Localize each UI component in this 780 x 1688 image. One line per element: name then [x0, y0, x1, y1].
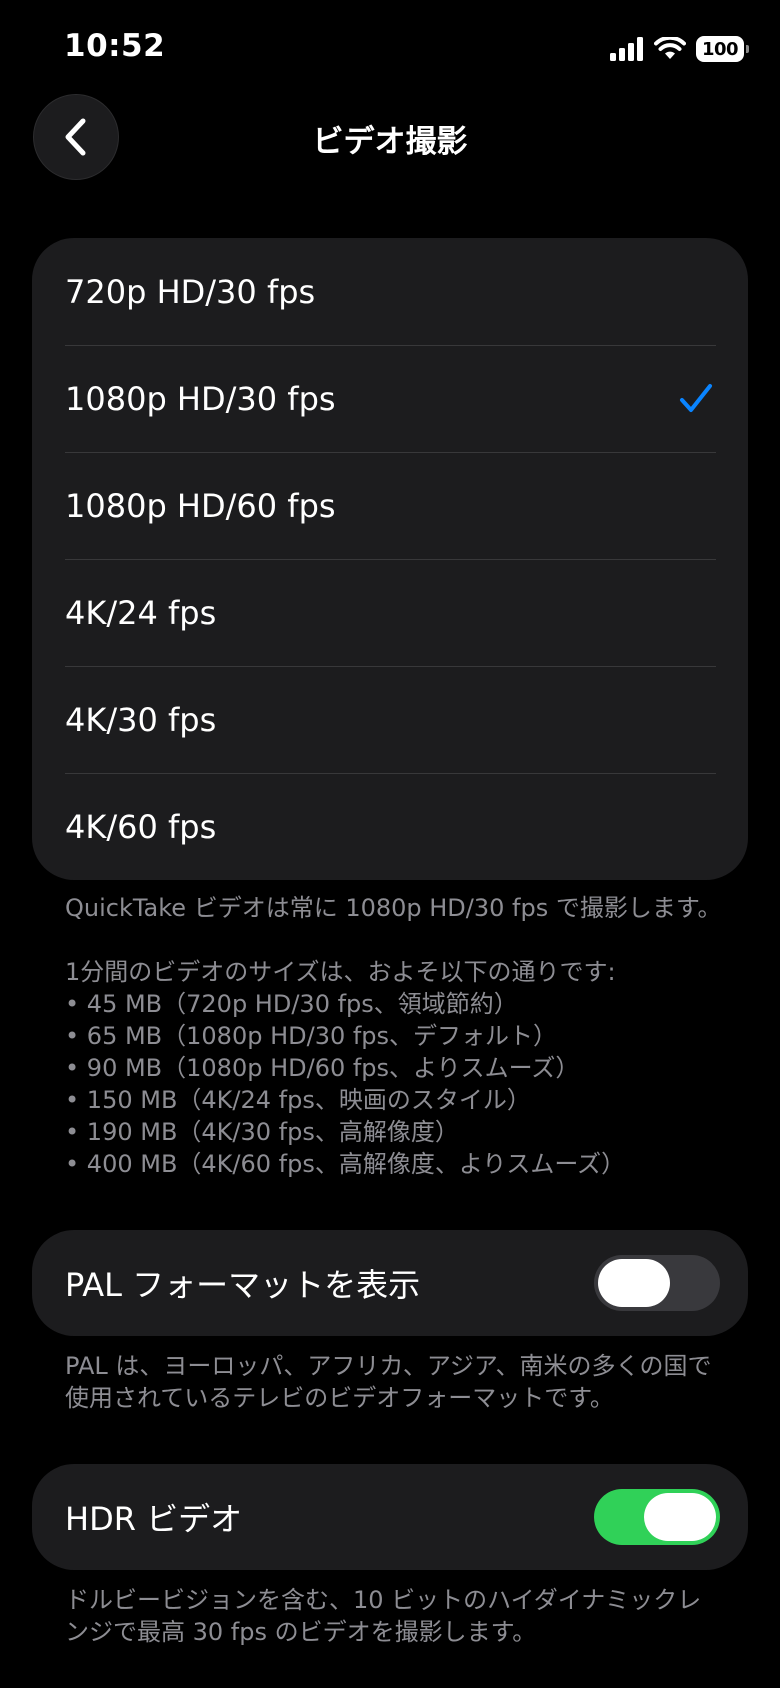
pal-toggle[interactable] — [594, 1255, 720, 1311]
pal-label: PAL フォーマットを表示 — [65, 1266, 421, 1304]
size-info-item: 45 MB（720p HD/30 fps、領域節約） — [65, 988, 725, 1020]
page-title: ビデオ撮影 — [312, 124, 468, 160]
size-info-item: 190 MB（4K/30 fps、高解像度） — [65, 1116, 725, 1148]
battery-icon: 100 — [696, 36, 749, 62]
cellular-signal-icon — [610, 37, 643, 61]
pal-group: PAL フォーマットを表示 — [32, 1230, 748, 1336]
status-icons: 100 — [610, 34, 749, 64]
size-info-item: 90 MB（1080p HD/60 fps、よりスムーズ） — [65, 1052, 725, 1084]
hdr-group: HDR ビデオ — [32, 1464, 748, 1570]
size-info-item: 65 MB（1080p HD/30 fps、デフォルト） — [65, 1020, 725, 1052]
option-720p-30[interactable]: 720p HD/30 fps — [32, 238, 748, 345]
hdr-row: HDR ビデオ — [32, 1464, 748, 1570]
size-info: 1分間のビデオのサイズは、およそ以下の通りです: 45 MB（720p HD/3… — [65, 956, 725, 1180]
option-label: 1080p HD/30 fps — [65, 379, 336, 418]
option-4k-60[interactable]: 4K/60 fps — [32, 773, 748, 880]
option-label: 4K/24 fps — [65, 593, 217, 632]
status-bar: 10:52 100 — [0, 0, 780, 100]
navigation-bar: ビデオ撮影 — [0, 94, 780, 182]
size-info-list: 45 MB（720p HD/30 fps、領域節約） 65 MB（1080p H… — [65, 988, 725, 1180]
size-info-item: 150 MB（4K/24 fps、映画のスタイル） — [65, 1084, 725, 1116]
hdr-label: HDR ビデオ — [65, 1500, 243, 1538]
checkmark-icon — [680, 383, 712, 412]
status-time: 10:52 — [64, 28, 166, 64]
size-info-item: 400 MB（4K/60 fps、高解像度、よりスムーズ） — [65, 1148, 725, 1180]
wifi-icon — [654, 37, 686, 59]
hdr-toggle[interactable] — [594, 1489, 720, 1545]
option-4k-30[interactable]: 4K/30 fps — [32, 666, 748, 773]
option-label: 4K/60 fps — [65, 807, 217, 846]
resolution-options-group: 720p HD/30 fps 1080p HD/30 fps 1080p HD/… — [32, 238, 748, 880]
quicktake-note: QuickTake ビデオは常に 1080p HD/30 fps で撮影します。 — [65, 894, 722, 922]
option-1080p-60[interactable]: 1080p HD/60 fps — [32, 452, 748, 559]
option-1080p-30[interactable]: 1080p HD/30 fps — [32, 345, 748, 452]
pal-row: PAL フォーマットを表示 — [32, 1230, 748, 1336]
option-label: 1080p HD/60 fps — [65, 486, 336, 525]
option-4k-24[interactable]: 4K/24 fps — [32, 559, 748, 666]
size-info-heading: 1分間のビデオのサイズは、およそ以下の通りです: — [65, 958, 616, 986]
hdr-note: ドルビービジョンを含む、10 ビットのハイダイナミックレンジで最高 30 fps… — [65, 1586, 702, 1646]
option-label: 720p HD/30 fps — [65, 272, 316, 311]
pal-note: PAL は、ヨーロッパ、アフリカ、アジア、南米の多くの国で使用されているテレビの… — [65, 1352, 712, 1412]
battery-level: 100 — [701, 38, 739, 60]
option-label: 4K/30 fps — [65, 700, 217, 739]
